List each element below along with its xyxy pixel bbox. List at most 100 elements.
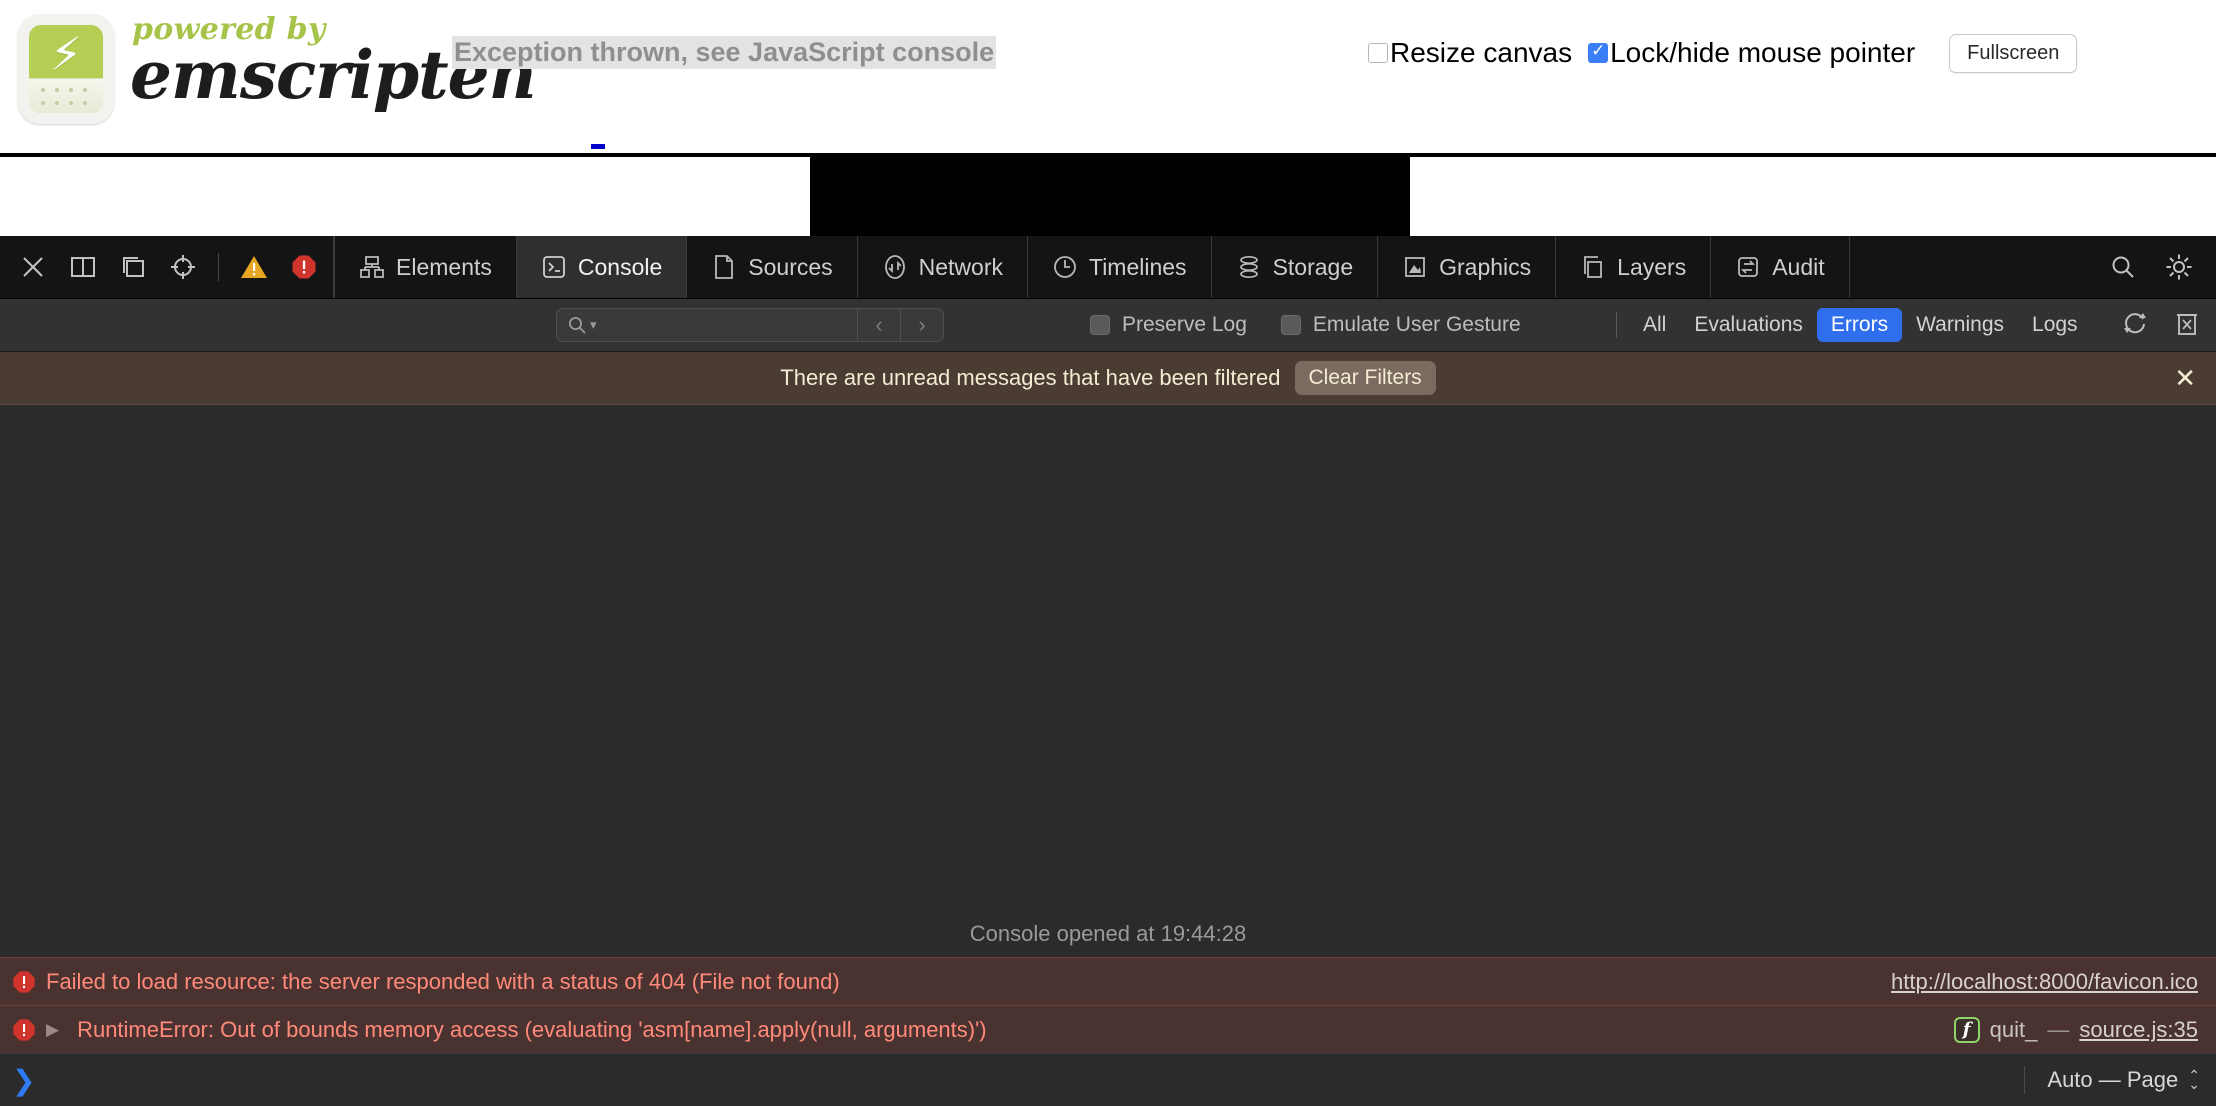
- shell-header: ⚡ powered by emscripten Exception thrown…: [0, 0, 2216, 140]
- web-inspector: Elements Console Sources Network Timelin…: [0, 236, 2216, 1106]
- tab-audit[interactable]: Audit: [1711, 236, 1850, 298]
- prompt-chevron-icon: ❯: [12, 1063, 36, 1097]
- console-prompt-input[interactable]: [47, 1067, 2216, 1093]
- close-inspector-icon[interactable]: [18, 252, 48, 282]
- storage-icon: [1236, 254, 1262, 280]
- hidden-progress-link[interactable]: [591, 144, 605, 149]
- filter-all[interactable]: All: [1629, 308, 1680, 342]
- console-message-source: f quit_ — source.js:35: [1953, 1016, 2198, 1043]
- inspect-element-icon[interactable]: [168, 252, 198, 282]
- tab-layers-label: Layers: [1617, 253, 1687, 280]
- dock-side-icon[interactable]: [68, 252, 98, 282]
- refresh-circular-arrows-icon[interactable]: [2122, 310, 2148, 341]
- trash-clear-icon[interactable]: [2174, 310, 2200, 341]
- console-filterbar: ▾ ‹ › Preserve Log Emulate User Gesture …: [0, 299, 2216, 352]
- tab-network-label: Network: [918, 253, 1003, 280]
- preserve-log-checkbox[interactable]: [1090, 315, 1110, 335]
- tab-elements[interactable]: Elements: [334, 236, 517, 298]
- console-message-link[interactable]: http://localhost:8000/favicon.ico: [1891, 969, 2198, 995]
- tab-layers[interactable]: Layers: [1556, 236, 1712, 298]
- emscripten-logo: ⚡ powered by emscripten: [18, 10, 558, 128]
- inspector-tabs: Elements Console Sources Network Timelin…: [334, 236, 2088, 298]
- prompt-divider: [2024, 1066, 2026, 1094]
- resize-canvas-checkbox[interactable]: [1368, 43, 1388, 63]
- toolbar-divider: [218, 253, 219, 281]
- search-prev-button[interactable]: ‹: [857, 308, 900, 342]
- network-icon: [882, 254, 908, 280]
- console-search-input[interactable]: [598, 314, 823, 336]
- filter-warnings[interactable]: Warnings: [1902, 308, 2018, 342]
- inspector-tabbar: Elements Console Sources Network Timelin…: [0, 236, 2216, 299]
- preserve-log-label: Preserve Log: [1122, 313, 1247, 336]
- inspector-toolbar-right: [2088, 236, 2216, 298]
- tab-sources-label: Sources: [748, 253, 833, 280]
- clear-filters-button[interactable]: Clear Filters: [1294, 361, 1436, 395]
- tab-graphics-label: Graphics: [1439, 253, 1532, 280]
- inspector-toolbar-left: [0, 236, 333, 298]
- console-message-row[interactable]: ▶ RuntimeError: Out of bounds memory acc…: [0, 1005, 2216, 1053]
- search-box[interactable]: ▾: [556, 308, 857, 342]
- notice-message: There are unread messages that have been…: [780, 365, 1281, 390]
- filtered-messages-notice: There are unread messages that have been…: [0, 352, 2216, 405]
- dock-undock-icon[interactable]: [118, 252, 148, 282]
- notice-close-icon[interactable]: ✕: [2174, 363, 2196, 394]
- tab-sources[interactable]: Sources: [687, 236, 858, 298]
- disclosure-triangle-icon[interactable]: ▶: [46, 1020, 59, 1040]
- warning-triangle-icon[interactable]: [239, 252, 269, 282]
- console-message-text: RuntimeError: Out of bounds memory acces…: [77, 1016, 987, 1042]
- tab-network[interactable]: Network: [858, 236, 1028, 298]
- execution-context-selector[interactable]: Auto — Page ⌃ ⌄: [2024, 1066, 2200, 1094]
- resize-canvas-label: Resize canvas: [1390, 37, 1573, 68]
- search-next-button[interactable]: ›: [900, 308, 944, 342]
- tab-storage-label: Storage: [1272, 253, 1354, 280]
- console-message-area[interactable]: Console opened at 19:44:28: [0, 405, 2216, 957]
- fullscreen-button[interactable]: Fullscreen: [1949, 33, 2078, 73]
- function-badge-icon: f: [1953, 1016, 1980, 1043]
- search-chevron-down-icon[interactable]: ▾: [590, 317, 597, 333]
- console-icon: [541, 254, 567, 280]
- search-magnifier-icon: [569, 317, 586, 334]
- filter-evaluations[interactable]: Evaluations: [1680, 308, 1817, 342]
- console-message-text: Failed to load resource: the server resp…: [46, 968, 840, 994]
- tab-audit-label: Audit: [1772, 253, 1825, 280]
- tab-graphics[interactable]: Graphics: [1378, 236, 1557, 298]
- emulate-user-gesture-checkbox[interactable]: [1280, 315, 1301, 335]
- audit-icon: [1735, 254, 1761, 280]
- console-message-function-name: quit_: [1989, 1016, 2038, 1042]
- console-prompt-row[interactable]: ❯ Auto — Page ⌃ ⌄: [0, 1053, 2216, 1106]
- tab-timelines[interactable]: Timelines: [1028, 236, 1212, 298]
- console-message-row[interactable]: Failed to load resource: the server resp…: [0, 957, 2216, 1005]
- console-toggles: Preserve Log Emulate User Gesture: [1090, 313, 1543, 337]
- tab-console[interactable]: Console: [516, 236, 688, 298]
- emscripten-logo-badge: ⚡: [18, 14, 114, 124]
- lightning-bolt-icon: ⚡: [49, 27, 83, 81]
- filter-errors[interactable]: Errors: [1816, 308, 1903, 342]
- webgl-canvas[interactable]: [810, 157, 1410, 236]
- error-octagon-icon[interactable]: [289, 252, 319, 282]
- logo-grill: [29, 78, 103, 113]
- console-level-filters: All Evaluations Errors Warnings Logs: [1604, 308, 2092, 342]
- settings-gear-icon[interactable]: [2164, 252, 2194, 282]
- pointer-lock-checkbox[interactable]: [1588, 41, 1609, 63]
- console-message-location[interactable]: source.js:35: [2079, 1017, 2198, 1043]
- console-message-separator: —: [2047, 1016, 2070, 1042]
- tab-storage[interactable]: Storage: [1212, 236, 1379, 298]
- tab-elements-label: Elements: [396, 253, 492, 280]
- elements-icon: [359, 254, 385, 280]
- emscripten-page: ⚡ powered by emscripten Exception thrown…: [0, 0, 2216, 236]
- timelines-icon: [1052, 254, 1078, 280]
- shell-controls: Resize canvas Lock/hide mouse pointer Fu…: [1368, 30, 2078, 76]
- tab-console-label: Console: [577, 253, 663, 280]
- stepper-chevrons-icon[interactable]: ⌃ ⌄: [2188, 1068, 2200, 1091]
- console-opened-text: Console opened at 19:44:28: [969, 921, 1247, 946]
- search-icon[interactable]: [2108, 252, 2138, 282]
- filter-divider: [1616, 312, 1617, 338]
- status-message: Exception thrown, see JavaScript console: [452, 36, 997, 69]
- pointer-lock-label: Lock/hide mouse pointer: [1610, 37, 1916, 68]
- tab-timelines-label: Timelines: [1089, 253, 1187, 280]
- graphics-icon: [1402, 254, 1428, 280]
- error-octagon-icon: [10, 1016, 38, 1044]
- console-search: ▾ ‹ ›: [556, 308, 944, 342]
- sources-icon: [711, 254, 737, 280]
- filter-logs[interactable]: Logs: [2018, 308, 2092, 342]
